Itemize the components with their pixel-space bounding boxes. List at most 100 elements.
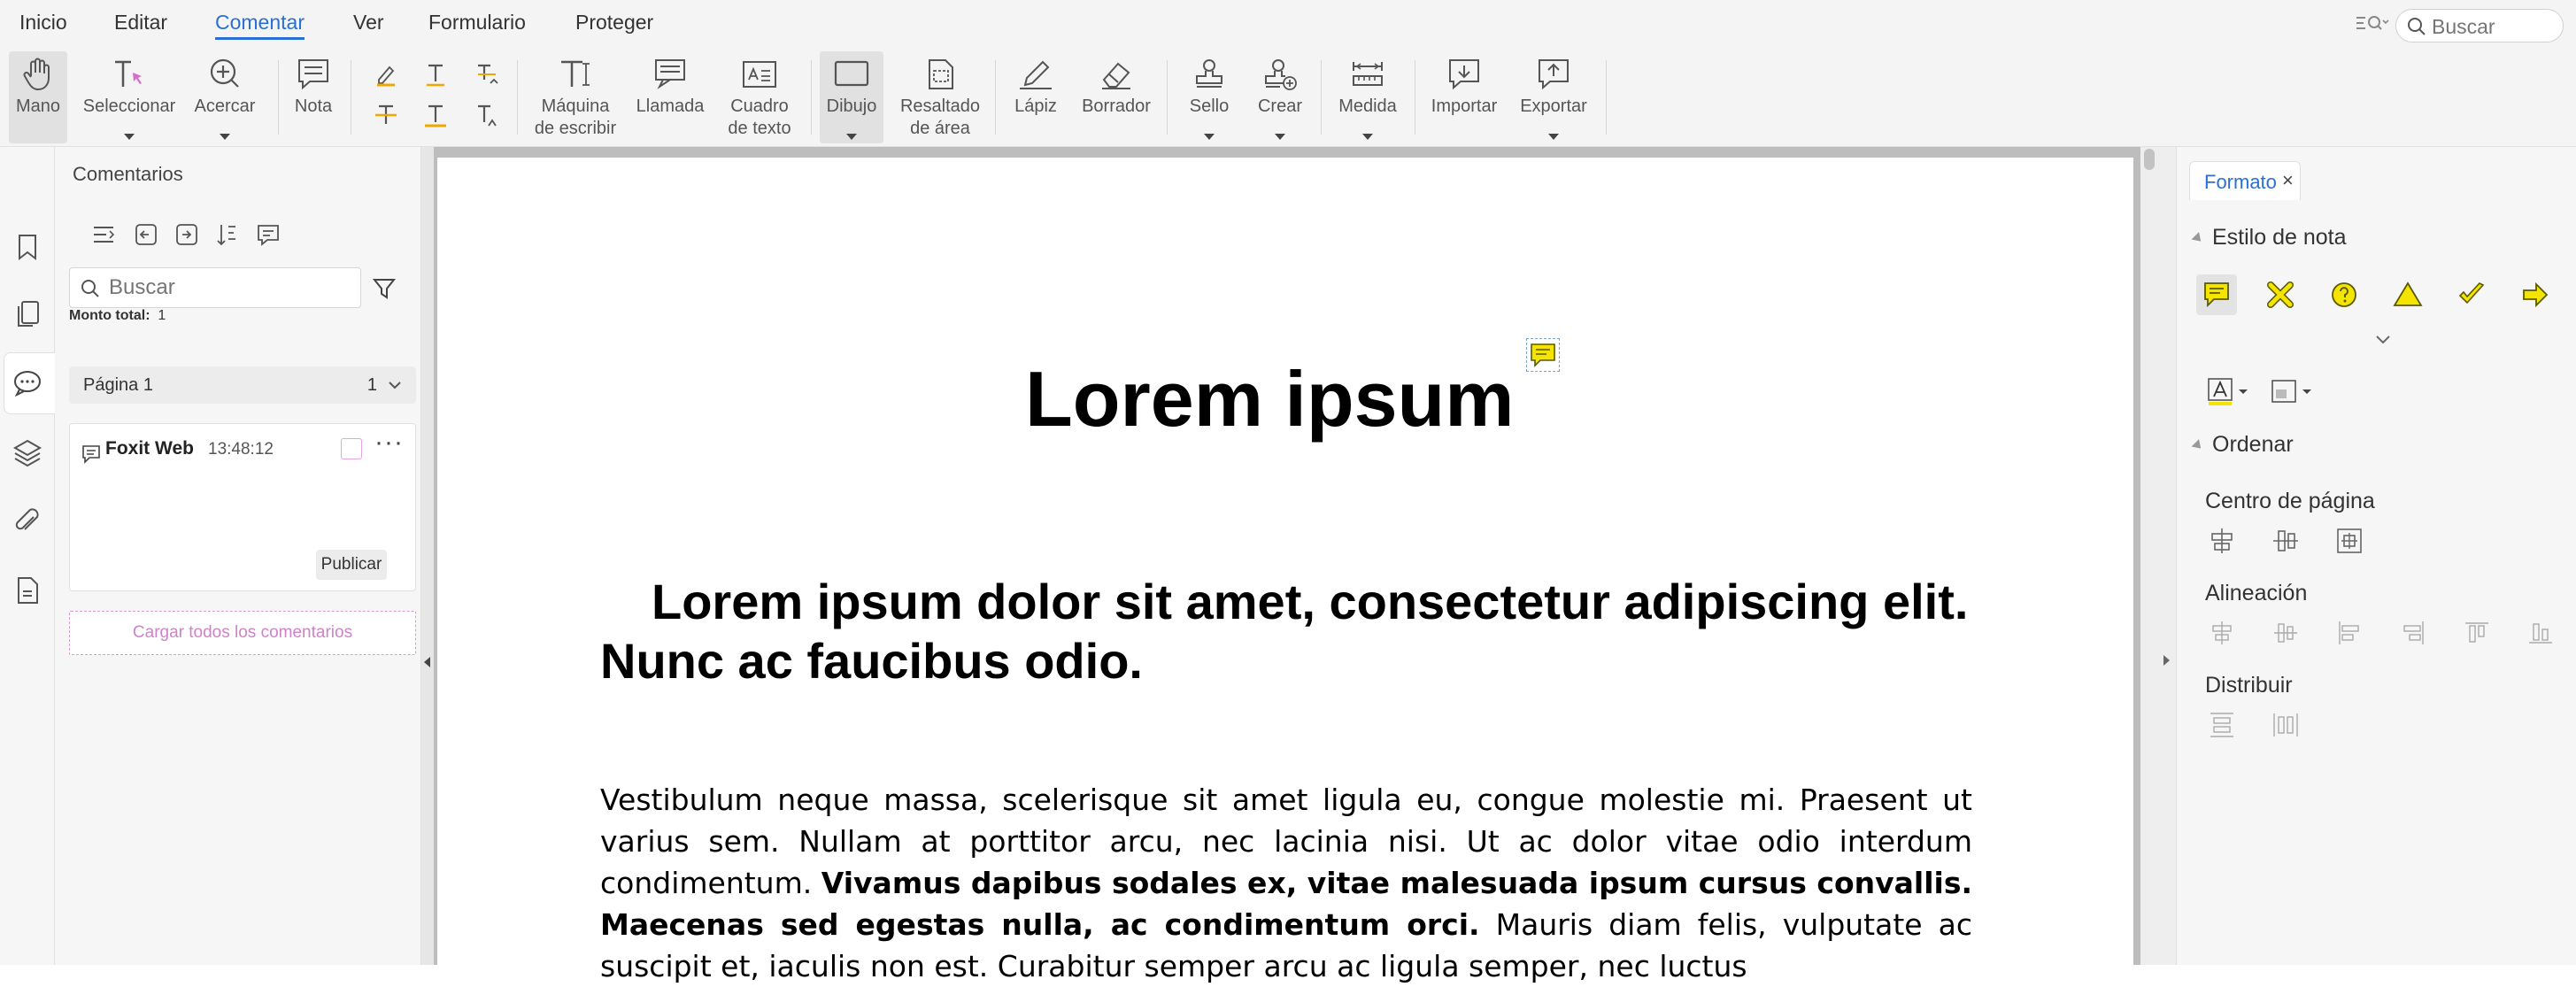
eraser-tool-button[interactable]: Borrador (1073, 51, 1160, 143)
import-button[interactable]: Importar (1423, 51, 1505, 143)
expand-styles-chevron-icon[interactable] (2373, 333, 2393, 347)
menu-comentar[interactable]: Comentar (215, 11, 305, 40)
measure-icon (1353, 62, 1383, 86)
stamp-tool-button[interactable]: Sello (1177, 51, 1241, 143)
sort-icon[interactable] (90, 221, 117, 248)
comments-icon[interactable] (12, 368, 42, 398)
hand-tool-button[interactable]: Mano (9, 51, 67, 143)
measure-tool-button[interactable]: Medida (1330, 51, 1406, 143)
tab-formato[interactable]: Formato × (2189, 161, 2301, 200)
filter-icon[interactable] (372, 276, 397, 301)
fill-color-icon[interactable] (2271, 377, 2317, 407)
warning-style-icon[interactable] (2387, 274, 2428, 315)
center-vertical-icon[interactable] (2271, 526, 2301, 556)
comments-search-input[interactable] (109, 275, 348, 300)
page-group-header[interactable]: Página 1 1 (69, 366, 416, 404)
align-left-icon[interactable] (2334, 618, 2364, 648)
comment-style-icon[interactable] (2196, 274, 2237, 315)
typewriter-label-line2: de escribir (534, 119, 617, 138)
align-bottom-icon[interactable] (2526, 618, 2556, 648)
callout-tool-button[interactable]: Llamada (632, 51, 708, 143)
replace-text-icon[interactable] (473, 60, 501, 89)
area-highlight-button[interactable]: Resaltado de área (892, 51, 988, 143)
menu-ver[interactable]: Ver (353, 11, 384, 35)
typewriter-tool-button[interactable]: Máquina de escribir (528, 51, 623, 143)
stamp-dropdown-caret[interactable] (1204, 134, 1215, 140)
distribute-horizontal-icon[interactable] (2271, 710, 2301, 740)
drawing-dropdown-caret[interactable] (846, 134, 857, 140)
help-style-icon[interactable] (2324, 274, 2364, 315)
select-dropdown-caret[interactable] (124, 134, 135, 140)
note-tool-button[interactable]: Nota (287, 51, 340, 143)
measure-dropdown-caret[interactable] (1362, 134, 1373, 140)
collapse-left-panel-handle[interactable] (421, 147, 434, 965)
collapse-all-icon[interactable] (133, 221, 159, 248)
export-dropdown-caret[interactable] (1548, 134, 1559, 140)
create-stamp-icon (1265, 59, 1297, 90)
create-dropdown-caret[interactable] (1275, 134, 1285, 140)
load-all-comments-button[interactable]: Cargar todos los comentarios (69, 611, 416, 655)
textbox-tool-button[interactable]: Cuadro de texto (717, 51, 802, 143)
publish-button[interactable]: Publicar (316, 550, 387, 580)
menu-formulario[interactable]: Formulario (428, 11, 526, 35)
toolbar-separator (995, 60, 996, 135)
area-highlight-label: Resaltado de área (892, 96, 988, 140)
align-top-icon[interactable] (2462, 618, 2492, 648)
bookmark-icon[interactable] (12, 232, 42, 262)
squiggly-underline-icon[interactable] (421, 101, 450, 129)
scrollbar-thumb[interactable] (2144, 149, 2155, 170)
align-right-icon[interactable] (2398, 618, 2428, 648)
textbox-label-line1: Cuadro (730, 96, 789, 116)
pencil-tool-label: Lápiz (1014, 96, 1057, 116)
align-middle-icon[interactable] (2271, 618, 2301, 648)
arrange-heading: Ordenar (2212, 432, 2294, 457)
layers-icon[interactable] (12, 437, 42, 467)
more-options-icon[interactable]: ··· (374, 428, 404, 458)
rectangle-icon (834, 60, 869, 87)
menu-inicio[interactable]: Inicio (19, 11, 67, 35)
search-icon (81, 280, 99, 297)
document-properties-icon[interactable] (12, 575, 42, 605)
toolbar-separator (278, 60, 279, 135)
menu-proteger[interactable]: Proteger (575, 11, 653, 35)
export-button[interactable]: Exportar (1512, 51, 1595, 143)
check-style-icon[interactable] (2451, 274, 2492, 315)
drawing-tool-button[interactable]: Dibujo (820, 51, 883, 143)
typewriter-label-line1: Máquina (541, 96, 610, 116)
expand-all-icon[interactable] (174, 221, 200, 248)
menu-editar[interactable]: Editar (114, 11, 167, 35)
search-options-icon[interactable] (2353, 12, 2390, 35)
collapse-right-panel-handle[interactable] (2156, 147, 2176, 965)
distribute-vertical-icon[interactable] (2207, 710, 2237, 740)
arrange-section[interactable]: Ordenar (2191, 432, 2294, 458)
highlight-icon[interactable] (372, 60, 400, 89)
close-icon[interactable]: × (2282, 169, 2294, 192)
align-center-h-icon[interactable] (2207, 618, 2237, 648)
cross-style-icon[interactable] (2260, 274, 2301, 315)
zoom-tool-button[interactable]: Acercar (188, 51, 262, 143)
create-stamp-button[interactable]: Crear (1248, 51, 1312, 143)
note-style-section[interactable]: Estilo de nota (2191, 225, 2347, 251)
strikeout-icon[interactable] (372, 101, 400, 129)
sort-order-icon[interactable] (214, 221, 241, 248)
toolbar: Mano Seleccionar Acercar Nota Máquina de… (0, 48, 2576, 147)
underline-text-icon[interactable] (421, 60, 450, 89)
menu-bar: Inicio Editar Comentar Ver Formulario Pr… (0, 0, 2576, 48)
zoom-dropdown-caret[interactable] (220, 134, 230, 140)
center-horizontal-icon[interactable] (2207, 526, 2237, 556)
attachment-icon[interactable] (12, 506, 42, 536)
comment-list-icon[interactable] (255, 221, 282, 248)
sticky-note-annotation[interactable] (1526, 338, 1560, 372)
comment-color-swatch[interactable] (341, 438, 362, 459)
insert-text-icon[interactable] (473, 101, 501, 129)
zoom-in-icon (210, 58, 239, 88)
select-tool-button[interactable]: Seleccionar (80, 51, 179, 143)
pencil-tool-button[interactable]: Lápiz (1006, 51, 1066, 143)
top-search-input[interactable] (2432, 15, 2556, 38)
comment-card[interactable]: Foxit Web 13:48:12 ··· Publicar (69, 423, 416, 591)
text-color-icon[interactable] (2207, 377, 2253, 407)
note-comment-icon (82, 445, 100, 464)
pages-thumbnail-icon[interactable] (12, 299, 42, 329)
arrow-right-style-icon[interactable] (2515, 274, 2556, 315)
center-both-icon[interactable] (2334, 526, 2364, 556)
